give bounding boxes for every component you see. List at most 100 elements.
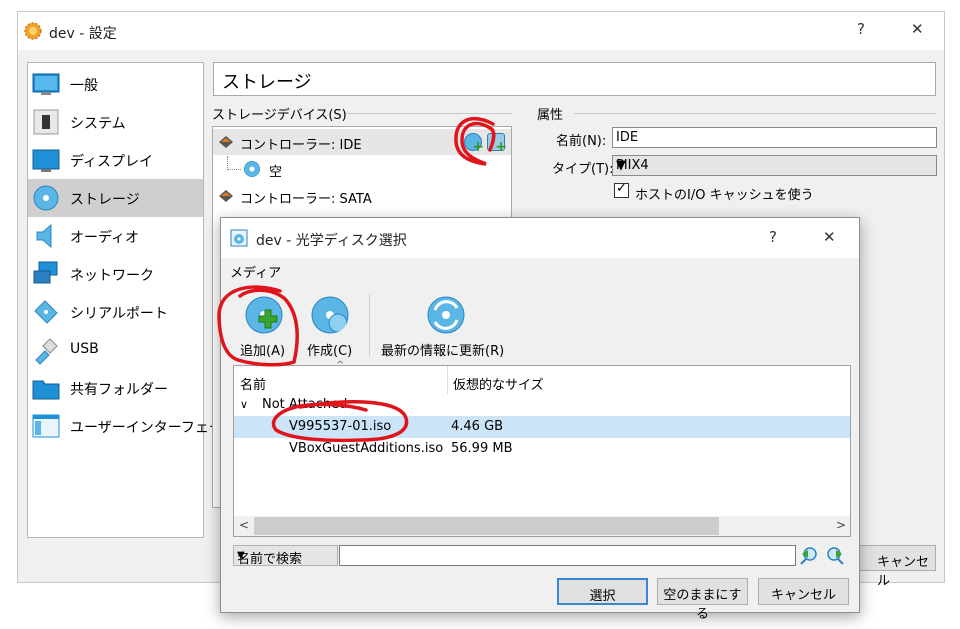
attributes-label: 属性 (537, 108, 564, 123)
sidebar-item-usb[interactable]: USB (28, 331, 203, 369)
sort-ascending-icon: ^ (336, 360, 345, 371)
scroll-left-icon[interactable]: < (239, 518, 249, 532)
button-label: 作成(C) (307, 344, 353, 359)
sidebar-item-shared-folders[interactable]: 共有フォルダー (28, 369, 203, 407)
leave-empty-button[interactable]: 空のままにする (657, 578, 748, 622)
sidebar-item-label: 共有フォルダー (70, 382, 168, 398)
audio-icon (36, 223, 52, 249)
tree-item-label: 空 (269, 165, 283, 180)
group-divider (346, 113, 512, 114)
sidebar-item-label: システム (70, 116, 126, 132)
column-header-virtual-size[interactable]: 仮想的なサイズ (453, 374, 544, 393)
disk-name: V995537-01.iso (289, 419, 392, 434)
refresh-icon (427, 296, 465, 334)
help-button[interactable]: ? (857, 20, 865, 38)
controller-name-field[interactable]: IDE (612, 127, 937, 148)
general-icon (32, 73, 60, 95)
horizontal-scrollbar[interactable]: < > (234, 516, 850, 536)
sidebar-item-storage[interactable]: ストレージ (28, 179, 203, 217)
search-next-icon[interactable] (825, 546, 845, 566)
controller-name-value: IDE (616, 130, 639, 145)
refresh-button[interactable]: 最新の情報に更新(R) (377, 288, 517, 360)
disk-size: 56.99 MB (451, 441, 513, 456)
tree-item-label: コントローラー: SATA (240, 192, 372, 207)
create-disk-button[interactable]: 作成(C) (303, 288, 363, 360)
add-disk-button[interactable]: 追加(A) (235, 288, 295, 360)
storage-icon (33, 185, 59, 211)
settings-title: dev - 設定 (49, 26, 117, 42)
controller-icon (219, 136, 233, 148)
sidebar-item-system[interactable]: システム (28, 103, 203, 141)
table-row[interactable]: V995537-01.iso 4.46 GB (234, 416, 850, 438)
scroll-right-icon[interactable]: > (836, 518, 846, 532)
sidebar-item-label: シリアルポート (70, 306, 168, 322)
button-label: 最新の情報に更新(R) (381, 344, 505, 359)
sidebar-item-user-interface[interactable]: ユーザーインターフェース (28, 407, 236, 445)
group-row-not-attached[interactable]: ∨ Not Attached (234, 394, 850, 416)
group-divider (574, 113, 936, 114)
search-previous-icon[interactable] (799, 546, 819, 566)
chevron-down-icon: ▼ (237, 550, 245, 561)
media-menu-label: メディア (230, 266, 282, 281)
tree-item-label: コントローラー: IDE (240, 138, 362, 153)
optical-disc-icon (244, 161, 260, 177)
virtualbox-logo-icon (24, 22, 42, 40)
select-button[interactable]: 選択 (557, 578, 648, 605)
dialog-help-button[interactable]: ? (769, 228, 777, 246)
sidebar-item-label: 一般 (70, 78, 98, 94)
controller-type-select[interactable]: PIIX4 ▼ (612, 155, 937, 176)
settings-titlebar: dev - 設定 ? ✕ (18, 12, 944, 50)
page-title-text: ストレージ (222, 72, 312, 93)
tree-item-controller-sata[interactable]: コントローラー: SATA (213, 183, 511, 209)
sidebar-item-label: オーディオ (70, 230, 140, 246)
group-label: Not Attached (262, 397, 348, 412)
host-io-cache-label: ホストのI/O キャッシュを使う (635, 188, 814, 203)
host-io-cache-checkbox[interactable] (614, 181, 629, 198)
sidebar-item-label: ストレージ (70, 192, 140, 208)
network-icon (33, 261, 58, 284)
scrollbar-thumb[interactable] (254, 517, 719, 535)
dialog-title: dev - 光学ディスク選択 (256, 233, 407, 249)
optical-disk-selector-dialog: dev - 光学ディスク選択 ? ✕ メディア 追加(A) 作成(C) 最新の情… (220, 217, 860, 622)
button-label: 空のままにする (663, 588, 742, 622)
add-optical-drive-icon[interactable] (464, 133, 484, 155)
shared-folder-icon (32, 380, 60, 400)
button-label: キャンセル (770, 588, 836, 603)
add-disc-icon (245, 296, 283, 334)
sidebar-item-audio[interactable]: オーディオ (28, 217, 203, 255)
display-icon (32, 149, 60, 172)
column-divider (447, 366, 448, 394)
button-label: 追加(A) (240, 344, 286, 359)
usb-icon (35, 338, 58, 365)
chevron-down-icon: ▼ (616, 158, 626, 173)
sidebar-item-serial-port[interactable]: シリアルポート (28, 293, 203, 331)
cancel-button[interactable]: キャンセル (758, 578, 849, 605)
disk-list: ^ 名前 仮想的なサイズ ∨ Not Attached V995537-01.i… (233, 360, 851, 537)
sidebar-item-general[interactable]: 一般 (28, 65, 203, 103)
tree-item-controller-ide[interactable]: コントローラー: IDE (213, 129, 511, 155)
chevron-down-icon[interactable]: ∨ (240, 398, 248, 411)
dialog-close-button[interactable]: ✕ (823, 228, 836, 246)
add-hard-disk-icon[interactable] (487, 133, 507, 155)
tree-item-empty-drive[interactable]: 空 (213, 156, 511, 182)
tree-line (227, 169, 241, 170)
sidebar-item-label: USB (70, 341, 99, 357)
sidebar-item-display[interactable]: ディスプレイ (28, 141, 203, 179)
serial-port-icon (34, 300, 58, 324)
column-header-name[interactable]: 名前 (240, 374, 266, 393)
close-button[interactable]: ✕ (911, 20, 924, 38)
search-input[interactable] (339, 545, 796, 566)
settings-cancel-button[interactable]: キャンセル (856, 545, 936, 589)
sidebar-item-network[interactable]: ネットワーク (28, 255, 203, 293)
disk-name: VBoxGuestAdditions.iso (289, 441, 444, 456)
dialog-titlebar: dev - 光学ディスク選択 ? ✕ (221, 218, 859, 258)
sidebar-item-label: ネットワーク (70, 268, 154, 284)
page-title: ストレージ (213, 62, 936, 96)
system-icon (33, 109, 59, 135)
create-disc-icon (311, 296, 349, 334)
table-row[interactable]: VBoxGuestAdditions.iso 56.99 MB (234, 438, 850, 460)
disk-size: 4.46 GB (451, 419, 504, 434)
button-label: キャンセル (877, 555, 930, 589)
sidebar-item-label: ディスプレイ (70, 154, 154, 170)
search-mode-select[interactable]: 名前で検索 ▼ (233, 545, 338, 567)
